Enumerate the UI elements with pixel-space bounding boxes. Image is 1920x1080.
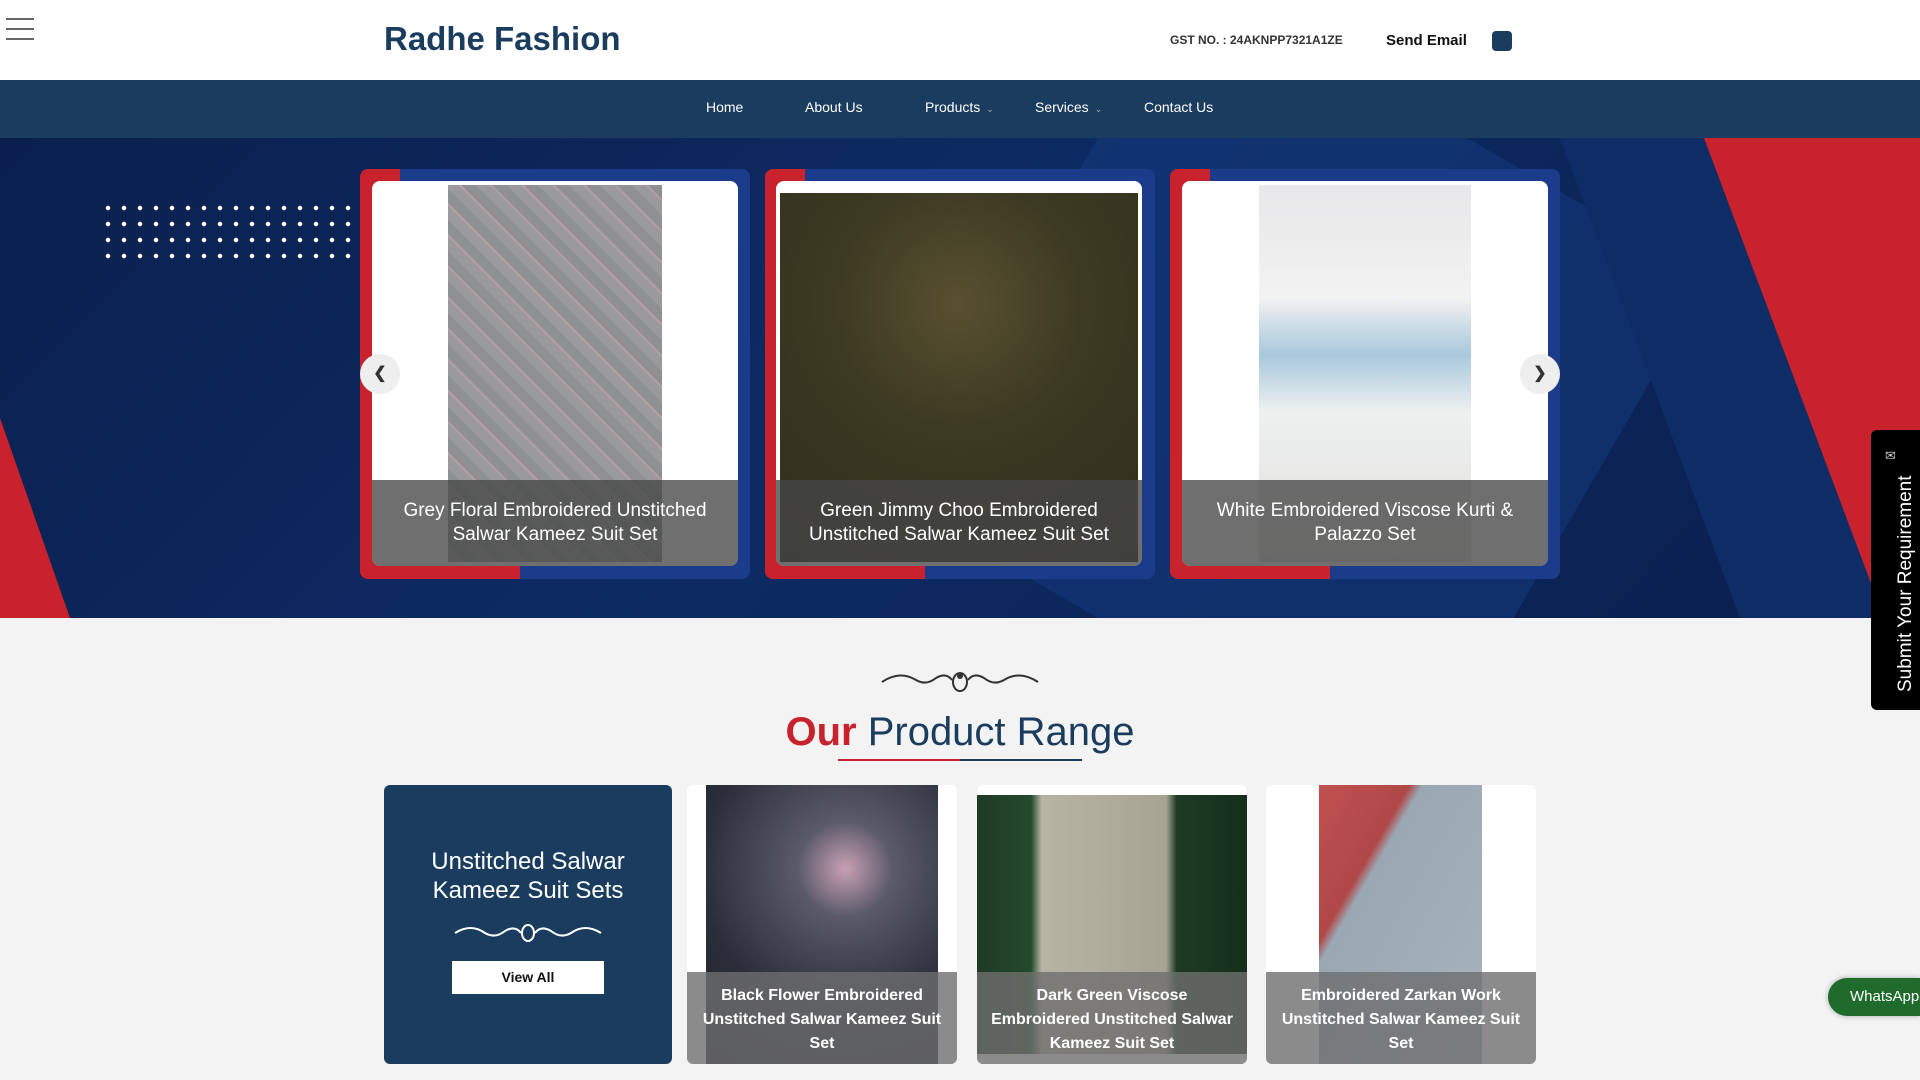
prev-arrow-button[interactable]: ❮ (360, 354, 400, 394)
chevron-down-icon: ⌄ (986, 104, 994, 114)
header: Radhe Fashion GST NO. : 24AKNPP7321A1ZE … (0, 0, 1920, 80)
site-logo[interactable]: Radhe Fashion (384, 20, 621, 58)
title-underline (838, 759, 1082, 761)
mail-icon: ✉ (1885, 448, 1896, 463)
nav-contact-us[interactable]: Contact Us (1144, 80, 1213, 138)
next-arrow-button[interactable]: ❯ (1520, 354, 1560, 394)
nav-label: Products (925, 99, 981, 115)
chevron-down-icon: ⌄ (1094, 104, 1103, 114)
category-card: Unstitched Salwar Kameez Suit Sets View … (384, 785, 672, 1064)
view-all-button[interactable]: View All (452, 961, 604, 994)
nav-label: Services (1035, 99, 1089, 115)
bg-red-shape (0, 418, 70, 618)
send-email-link[interactable]: Send Email (1386, 32, 1467, 49)
nav-products[interactable]: Products ⌄ (925, 80, 994, 138)
product-caption: Dark Green Viscose Embroidered Unstitche… (977, 972, 1247, 1064)
dots-decoration (100, 200, 352, 260)
card-caption: Grey Floral Embroidered Unstitched Salwa… (372, 480, 738, 566)
hamburger-menu-icon[interactable] (6, 18, 34, 42)
social-icon[interactable] (1492, 31, 1512, 51)
gst-number: GST NO. : 24AKNPP7321A1ZE (1170, 33, 1343, 47)
slider-card[interactable]: White Embroidered Viscose Kurti & Palazz… (1182, 181, 1548, 566)
category-title: Unstitched Salwar Kameez Suit Sets (431, 848, 625, 904)
nav-label: Home (706, 99, 744, 115)
slider-card[interactable]: Grey Floral Embroidered Unstitched Salwa… (372, 181, 738, 566)
product-card[interactable]: Embroidered Zarkan Work Unstitched Salwa… (1266, 785, 1536, 1064)
card-caption: White Embroidered Viscose Kurti & Palazz… (1182, 480, 1548, 566)
submit-requirement-tab[interactable]: ✉ Submit Your Requirement (1871, 430, 1920, 710)
nav-services[interactable]: Services ⌄ (1035, 80, 1102, 138)
main-nav: Home About Us Products ⌄ Services ⌄ Contac… (0, 80, 1920, 138)
nav-label: Contact Us (1144, 99, 1214, 115)
section-title: Our Product Range (0, 710, 1920, 755)
slider-card[interactable]: Green Jimmy Choo Embroidered Unstitched … (776, 181, 1142, 566)
ornament-icon (454, 924, 602, 942)
nav-about-us[interactable]: About Us (805, 80, 863, 138)
nav-home[interactable]: Home (706, 80, 743, 138)
ornament-divider-icon (881, 672, 1039, 692)
whatsapp-button[interactable]: WhatsApp (1828, 978, 1920, 1016)
card-caption: Green Jimmy Choo Embroidered Unstitched … (776, 480, 1142, 566)
product-card[interactable]: Black Flower Embroidered Unstitched Salw… (687, 785, 957, 1064)
product-caption: Embroidered Zarkan Work Unstitched Salwa… (1266, 972, 1536, 1064)
nav-label: About Us (805, 99, 863, 115)
title-rest: Product Range (856, 710, 1135, 754)
product-card[interactable]: Dark Green Viscose Embroidered Unstitche… (977, 785, 1247, 1064)
hero-slider: Grey Floral Embroidered Unstitched Salwa… (0, 138, 1920, 618)
title-highlight: Our (785, 710, 857, 754)
product-caption: Black Flower Embroidered Unstitched Salw… (687, 972, 957, 1064)
submit-requirement-label: Submit Your Requirement (1895, 475, 1916, 692)
